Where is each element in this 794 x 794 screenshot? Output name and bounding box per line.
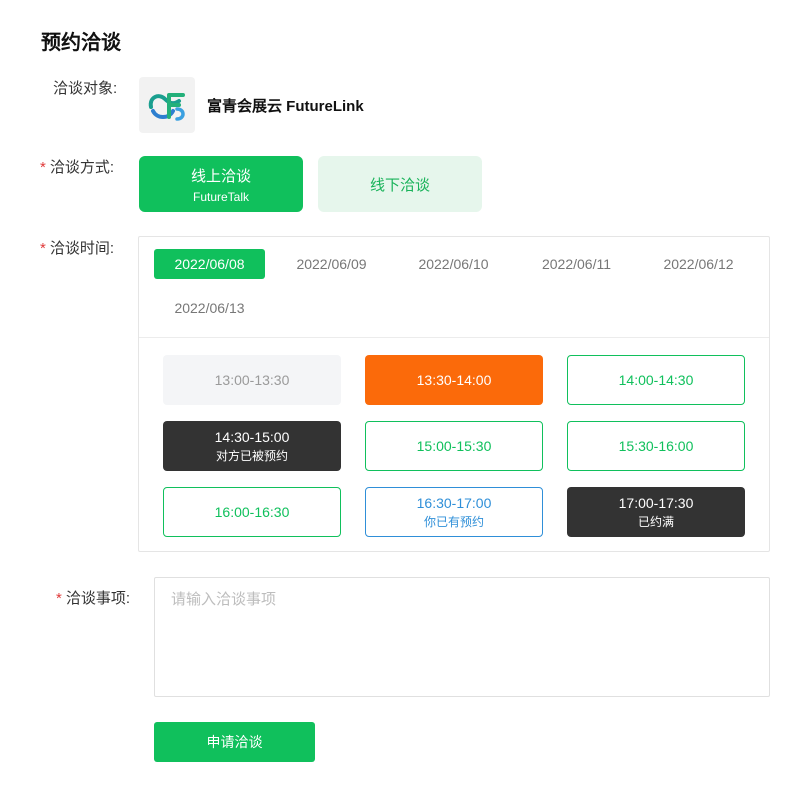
offline-mode-button[interactable]: 线下洽谈 (318, 156, 482, 212)
time-label: * 洽谈时间: (40, 239, 114, 259)
slot-time: 14:30-15:00 (214, 428, 290, 445)
page-title: 预约洽谈 (41, 32, 121, 54)
mode-label-text: 洽谈方式: (49, 159, 115, 176)
futurelink-logo-icon (148, 93, 185, 121)
slot-time: 15:00-15:30 (416, 438, 492, 454)
time-slot: 13:00-13:30 (163, 355, 341, 405)
required-mark: * (56, 590, 62, 607)
offline-mode-title: 线下洽谈 (369, 176, 430, 194)
date-tab[interactable]: 2022/06/12 (643, 249, 754, 279)
slot-time: 13:30-14:00 (416, 372, 492, 388)
date-tab[interactable]: 2022/06/13 (154, 293, 265, 323)
date-tab[interactable]: 2022/06/11 (521, 249, 632, 279)
time-slot[interactable]: 13:30-14:00 (365, 355, 543, 405)
time-slot[interactable]: 15:30-16:00 (567, 421, 745, 471)
time-slot: 14:30-15:00 对方已被预约 (163, 421, 341, 471)
time-slot[interactable]: 14:00-14:30 (567, 355, 745, 405)
target-name: 富青会展云 FutureLink (207, 98, 364, 115)
slot-time: 15:30-16:00 (618, 438, 694, 454)
time-slot: 16:30-17:00 你已有预约 (365, 487, 543, 537)
date-tab[interactable]: 2022/06/10 (398, 249, 509, 279)
futurelink-logo (139, 77, 195, 133)
topic-label-text: 洽谈事项: (65, 590, 131, 607)
required-mark: * (40, 159, 46, 176)
time-slot: 17:00-17:30 已约满 (567, 487, 745, 537)
divider (139, 337, 769, 338)
submit-button[interactable]: 申请洽谈 (154, 722, 315, 762)
target-label: 洽谈对象: (53, 80, 118, 97)
time-label-text: 洽谈时间: (49, 240, 115, 257)
date-tab[interactable]: 2022/06/09 (276, 249, 387, 279)
slot-time: 13:00-13:30 (214, 372, 290, 388)
online-mode-title: 线上洽谈 (190, 167, 251, 185)
slot-time: 17:00-17:30 (618, 494, 694, 511)
slot-time: 16:30-17:00 (416, 494, 492, 511)
online-mode-subtitle: FutureTalk (192, 189, 250, 204)
mode-label: * 洽谈方式: (40, 158, 114, 178)
slot-note: 对方已被预约 (215, 448, 288, 463)
time-slot[interactable]: 15:00-15:30 (365, 421, 543, 471)
online-mode-button[interactable]: 线上洽谈 FutureTalk (139, 156, 303, 212)
date-tab[interactable]: 2022/06/08 (154, 249, 265, 279)
slot-note: 你已有预约 (423, 514, 484, 529)
slot-note: 已约满 (637, 514, 674, 529)
slot-time: 16:00-16:30 (214, 504, 290, 520)
topic-label: * 洽谈事项: (56, 589, 130, 609)
time-slot[interactable]: 16:00-16:30 (163, 487, 341, 537)
topic-input[interactable] (154, 577, 770, 697)
required-mark: * (40, 240, 46, 257)
slot-time: 14:00-14:30 (618, 372, 694, 388)
